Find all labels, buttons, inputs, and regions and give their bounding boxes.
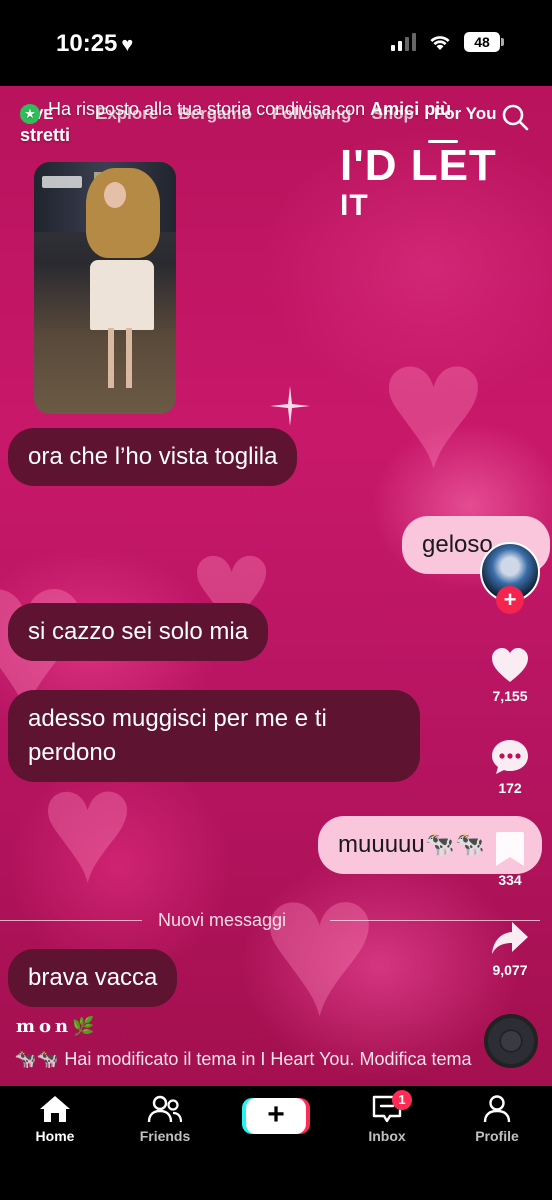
save-button[interactable]: 334 — [478, 830, 542, 888]
divider-label: Nuovi messaggi — [158, 910, 287, 930]
background-heart: ♥ — [380, 305, 487, 506]
video-title-line1: I'D LET — [340, 141, 497, 190]
status-indicators: 48 — [391, 32, 504, 52]
status-time: 10:25 ♥ — [56, 30, 133, 58]
sender-nickname: mon🌿 — [16, 1016, 99, 1037]
comment-icon — [492, 740, 528, 774]
bookmark-icon — [496, 832, 524, 866]
theme-change-notice[interactable]: 🐄🐄 Hai modificato il tema in I Heart You… — [8, 1048, 478, 1070]
clock: 10:25 — [56, 30, 118, 57]
save-count: 334 — [498, 872, 522, 888]
nav-profile[interactable]: Profile — [452, 1094, 542, 1144]
action-rail: + 7,155 172 334 9,077 — [478, 86, 548, 1086]
music-disc-icon[interactable] — [484, 1014, 538, 1068]
video-feed[interactable]: ♥ ♥ ♥ ♥ ♥ LIVE Explore Bergamo Following… — [0, 86, 552, 1086]
video-overlay-title: I'D LET IT — [340, 144, 497, 226]
comment-button[interactable]: 172 — [478, 738, 542, 796]
share-count: 9,077 — [492, 962, 528, 978]
cellular-signal-icon — [391, 33, 416, 51]
friends-icon — [147, 1095, 183, 1123]
nav-friends-label: Friends — [139, 1128, 191, 1144]
nav-home-label: Home — [35, 1128, 75, 1144]
nav-home[interactable]: Home — [10, 1094, 100, 1144]
status-bar: 10:25 ♥ 48 — [0, 0, 552, 86]
close-friends-icon: ★ — [20, 104, 40, 124]
new-messages-divider: Nuovi messaggi — [0, 910, 552, 930]
follow-button[interactable]: + — [496, 586, 524, 614]
story-thumbnail[interactable] — [34, 162, 176, 414]
sparkle-icon — [270, 386, 310, 426]
create-button[interactable]: + — [246, 1098, 306, 1134]
nav-inbox-label: Inbox — [368, 1128, 406, 1144]
theme-note-emoji: 🐄🐄 — [14, 1049, 60, 1069]
message-received[interactable]: ora che l’ho vista toglila — [8, 428, 298, 486]
wifi-icon — [430, 36, 450, 50]
share-button[interactable]: 9,077 — [478, 920, 542, 978]
nav-friends[interactable]: Friends — [120, 1094, 210, 1144]
story-reply-banner: ★ Ha risposto alla tua storia condivisa c… — [20, 98, 460, 146]
inbox-badge: 1 — [392, 1090, 412, 1110]
share-icon — [492, 922, 528, 954]
video-title-line2: IT — [340, 189, 369, 222]
like-count: 7,155 — [492, 688, 528, 704]
profile-icon — [483, 1095, 511, 1123]
background-heart: ♥ — [260, 834, 379, 1057]
nav-inbox[interactable]: 1 Inbox — [342, 1090, 432, 1144]
message-received[interactable]: si cazzo sei solo mia — [8, 603, 269, 661]
heart-icon — [492, 648, 528, 682]
heart-icon: ♥ — [121, 34, 134, 56]
message-received[interactable]: brava vacca — [8, 949, 178, 1007]
nav-profile-label: Profile — [475, 1128, 519, 1144]
like-button[interactable]: 7,155 — [478, 646, 542, 704]
theme-note-text: Hai modificato il tema in I Heart You. M… — [64, 1049, 472, 1069]
battery-icon: 48 — [464, 32, 504, 52]
message-received[interactable]: adesso muggisci per me e ti perdono — [8, 690, 420, 782]
battery-level: 48 — [464, 32, 500, 52]
home-icon — [40, 1096, 70, 1122]
plus-icon: + — [267, 1098, 285, 1131]
comment-count: 172 — [498, 780, 522, 796]
reply-banner-prefix: Ha risposto alla tua storia condivisa co… — [48, 99, 371, 119]
bottom-navigation: Home Friends + 1 Inbox Profile — [0, 1086, 552, 1200]
